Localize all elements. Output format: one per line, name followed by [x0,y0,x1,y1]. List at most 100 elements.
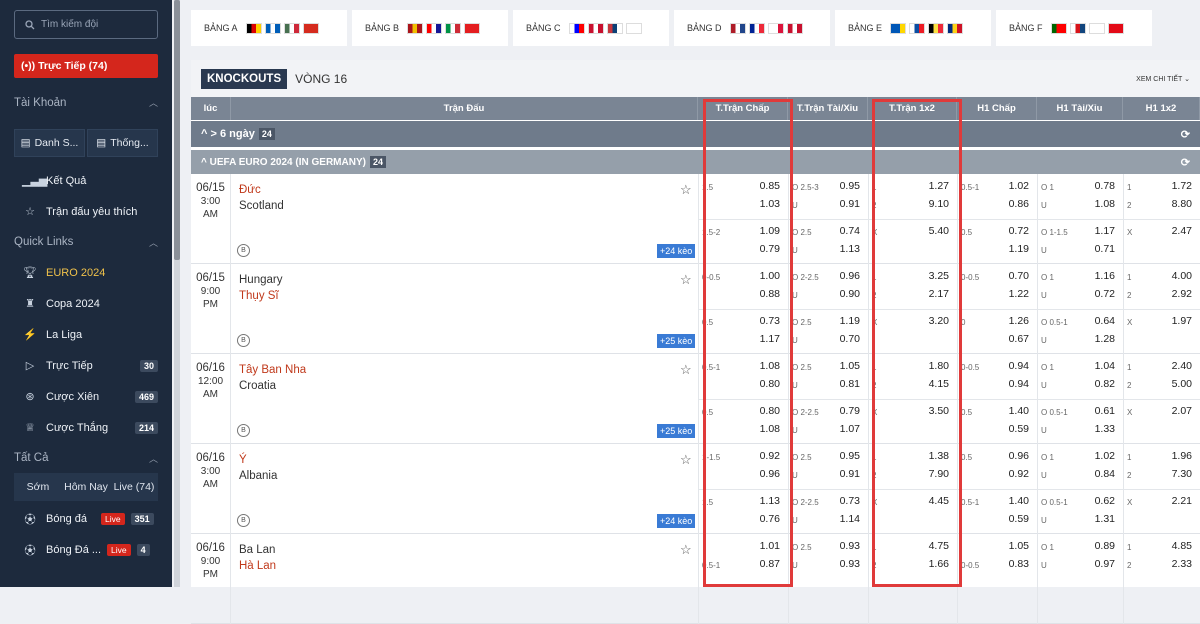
odds-value[interactable]: 0.92 [1009,468,1029,480]
odds-value[interactable]: 0.94 [1009,360,1029,372]
odds-cell[interactable]: 1 3.25 2 2.17 [868,264,957,309]
odds-value[interactable]: 0.70 [1009,270,1029,282]
odds-cell[interactable]: O 1 1.02 U 0.84 [1037,444,1123,489]
odds-cell[interactable]: X 3.20 [868,309,957,354]
refresh-icon[interactable]: ⟳ [1181,128,1190,141]
odds-value[interactable]: 1.02 [1009,180,1029,192]
refresh-icon[interactable]: ⟳ [1181,156,1190,169]
odds-value[interactable]: 2.40 [1172,360,1192,372]
odds-value[interactable]: 0.80 [760,378,780,390]
odds-cell[interactable]: 1 1.27 2 9.10 [868,174,957,219]
odds-cell[interactable]: 0.5 0.80 1.08 [698,399,788,444]
away-team[interactable]: Thụy Sĩ [239,288,282,304]
stats-icon[interactable]: B [237,244,250,257]
odds-value[interactable]: 0.84 [1095,468,1115,480]
home-team[interactable]: Hungary [239,272,282,288]
teams[interactable]: Ba Lan Hà Lan [239,542,276,574]
away-team[interactable]: Albania [239,468,277,484]
odds-value[interactable]: 7.90 [929,468,949,480]
odds-value[interactable]: 1.17 [760,333,780,345]
odds-value[interactable]: 4.00 [1172,270,1192,282]
odds-value[interactable]: 1.33 [1095,423,1115,435]
home-team[interactable]: Đức [239,182,284,198]
odds-value[interactable]: 0.61 [1095,405,1115,417]
group-tab[interactable]: BẢNG D [674,10,830,46]
odds-value[interactable]: 2.17 [929,288,949,300]
odds-value[interactable]: 2.33 [1172,558,1192,570]
odds-value[interactable]: 7.30 [1172,468,1192,480]
sidebar-item-ket-qua[interactable]: ▁▃▅ Kết Quả [0,165,172,196]
odds-value[interactable]: 1.40 [1009,405,1029,417]
odds-cell[interactable]: 1.5 1.13 0.76 [698,489,788,534]
sidebar-item-cuoc-thang[interactable]: ♕ Cược Thắng 214 [0,412,172,443]
odds-value[interactable]: 1.26 [1009,315,1029,327]
odds-value[interactable]: 0.88 [760,288,780,300]
odds-value[interactable]: 4.75 [929,540,949,552]
odds-value[interactable]: 1.04 [1095,360,1115,372]
odds-value[interactable]: 1.14 [840,513,860,525]
odds-cell[interactable]: 1.5 0.85 1.03 [698,174,788,219]
odds-cell[interactable]: X 4.45 [868,489,957,534]
odds-value[interactable]: 1.17 [1095,225,1115,237]
odds-value[interactable]: 1.07 [840,423,860,435]
odds-value[interactable]: 1.13 [760,495,780,507]
xem-chi-tiet-link[interactable]: XEM CHI TIẾT ⌄ [1136,75,1190,83]
odds-value[interactable]: 3.25 [929,270,949,282]
sidebar-item-laliga[interactable]: ⚡ La Liga [0,319,172,350]
home-team[interactable]: Tây Ban Nha [239,362,306,378]
odds-value[interactable]: 0.83 [1009,558,1029,570]
group-tab[interactable]: BẢNG B [352,10,508,46]
odds-cell[interactable]: O 2.5-3 0.95 U 0.91 [788,174,868,219]
odds-cell[interactable]: X 2.21 [1123,489,1200,534]
odds-value[interactable]: 1.40 [1009,495,1029,507]
odds-value[interactable]: 1.19 [1009,243,1029,255]
odds-value[interactable]: 1.22 [1009,288,1029,300]
search-input[interactable]: Tìm kiếm đội [14,10,158,39]
odds-cell[interactable]: 1 4.85 2 2.33 [1123,534,1200,579]
odds-value[interactable]: 4.85 [1172,540,1192,552]
thong-ke-button[interactable]: ▤ Thống... [87,129,158,157]
sidebar-item-copa[interactable]: ♜ Copa 2024 [0,288,172,319]
odds-value[interactable]: 1.38 [929,450,949,462]
odds-value[interactable]: 1.66 [929,558,949,570]
odds-value[interactable]: 0.72 [1009,225,1029,237]
more-bets-button[interactable]: +24 kèo [657,244,696,258]
tab-live[interactable]: Live (74) [110,473,158,501]
stats-icon[interactable]: B [237,424,250,437]
odds-cell[interactable]: 1 1.38 2 7.90 [868,444,957,489]
odds-value[interactable]: 0.89 [1095,540,1115,552]
odds-cell[interactable]: 1 1.96 2 7.30 [1123,444,1200,489]
odds-cell[interactable]: 1.01 0.5-1 0.87 [698,534,788,579]
odds-cell[interactable]: 1 2.40 2 5.00 [1123,354,1200,399]
odds-cell[interactable]: O 0.5-1 0.62 U 1.31 [1037,489,1123,534]
odds-value[interactable]: 1.28 [1095,333,1115,345]
odds-cell[interactable]: O 1 1.16 U 0.72 [1037,264,1123,309]
odds-cell[interactable]: O 2.5 0.74 U 1.13 [788,219,868,264]
odds-cell[interactable]: 0.5 1.40 0.59 [957,399,1037,444]
odds-value[interactable]: 1.13 [840,243,860,255]
odds-value[interactable]: 1.03 [760,198,780,210]
odds-value[interactable]: 0.86 [1009,198,1029,210]
odds-value[interactable]: 1.05 [840,360,860,372]
favorite-star-icon[interactable]: ☆ [680,452,692,468]
odds-value[interactable]: 0.95 [840,180,860,192]
odds-value[interactable]: 1.08 [1095,198,1115,210]
odds-cell[interactable]: 0.5-1 1.40 0.59 [957,489,1037,534]
odds-value[interactable]: 0.96 [760,468,780,480]
odds-value[interactable]: 0.92 [760,450,780,462]
odds-cell[interactable]: O 2-2.5 0.96 U 0.90 [788,264,868,309]
sidebar-item-bong-da-2[interactable]: ⚽︎ Bóng Đá ... Live 4 [0,534,172,565]
odds-value[interactable]: 1.02 [1095,450,1115,462]
odds-value[interactable]: 1.27 [929,180,949,192]
odds-value[interactable]: 0.96 [840,270,860,282]
odds-value[interactable]: 0.85 [760,180,780,192]
odds-value[interactable]: 0.91 [840,198,860,210]
odds-value[interactable]: 1.31 [1095,513,1115,525]
odds-cell[interactable]: O 2.5 0.93 U 0.93 [788,534,868,579]
odds-value[interactable]: 0.78 [1095,180,1115,192]
odds-cell[interactable]: 1-1.5 0.92 0.96 [698,444,788,489]
group-tab[interactable]: BẢNG F [996,10,1152,46]
odds-value[interactable]: 0.62 [1095,495,1115,507]
odds-value[interactable]: 1.72 [1172,180,1192,192]
odds-value[interactable]: 3.20 [929,315,949,327]
